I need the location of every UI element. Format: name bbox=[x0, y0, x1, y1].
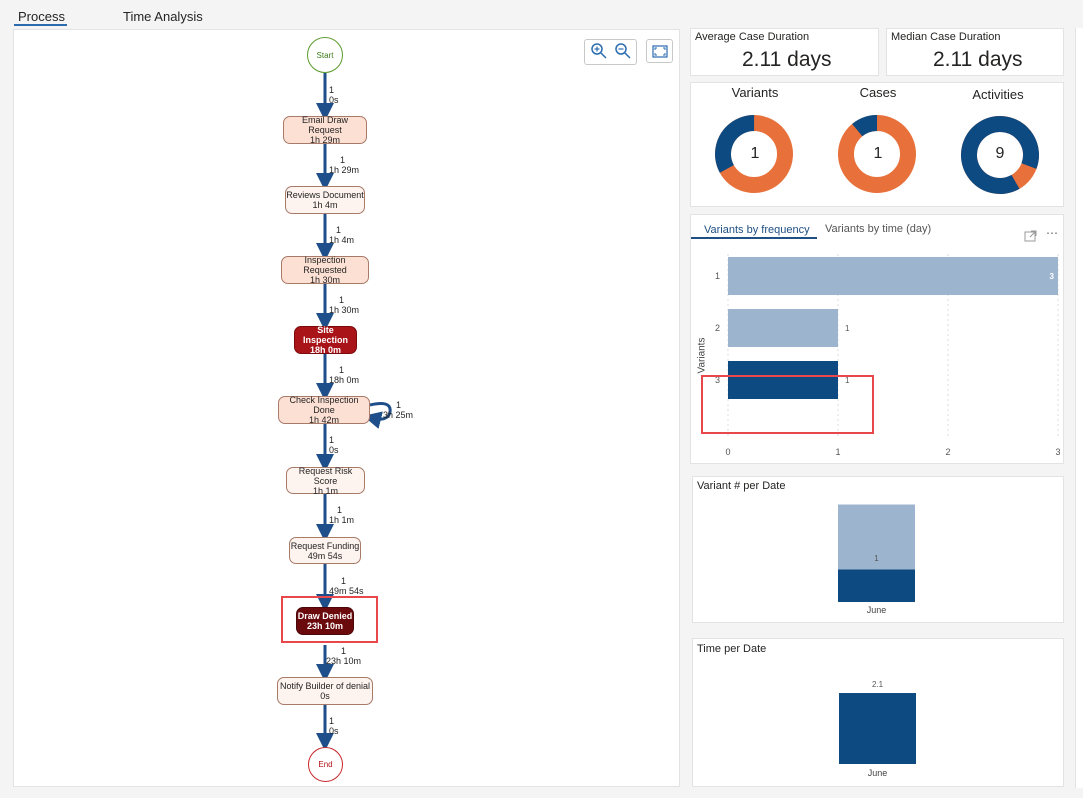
activity-name: Site Inspection bbox=[302, 325, 348, 345]
kpi-median-title: Median Case Duration bbox=[891, 31, 1001, 43]
activity-time: 1h 29m bbox=[309, 135, 341, 145]
bar-data-label: 1 bbox=[845, 324, 850, 333]
edge-label: 1 23h 10m bbox=[326, 646, 362, 666]
activity-time: 18h 0m bbox=[309, 345, 342, 355]
kpi-average-title: Average Case Duration bbox=[695, 31, 810, 43]
activity-node[interactable]: Reviews Document 1h 4m bbox=[285, 186, 365, 214]
category-label: June bbox=[868, 768, 888, 778]
time-bar bbox=[839, 693, 916, 764]
activity-name: Request Risk Score bbox=[298, 465, 353, 486]
x-tick-label: 0 bbox=[725, 447, 730, 457]
category-label: June bbox=[867, 605, 887, 615]
loop-label: 1 3h 25m bbox=[383, 400, 414, 420]
bar-data-label: 2.1 bbox=[872, 680, 884, 689]
edge-label: 1 0s bbox=[329, 435, 339, 455]
edge-label: 1 1h 29m bbox=[329, 155, 360, 175]
activity-time: 1h 42m bbox=[308, 415, 340, 425]
edge-label: 1 1h 4m bbox=[329, 225, 355, 245]
donut-value-variants: 1 bbox=[750, 145, 760, 162]
kpi-median-value: 2.11 days bbox=[933, 48, 1023, 71]
x-tick-label: 2 bbox=[945, 447, 950, 457]
time-per-date-chart: 2.1 June bbox=[839, 680, 916, 778]
edge-label: 1 49m 54s bbox=[329, 576, 364, 596]
donut-value-activities: 9 bbox=[995, 145, 1005, 162]
activity-node[interactable]: Inspection Requested 1h 30m bbox=[281, 255, 369, 285]
activity-node[interactable]: Request Risk Score 1h 1m bbox=[286, 465, 365, 496]
activity-time: 1h 1m bbox=[312, 485, 338, 496]
activity-node[interactable]: Email Draw Request 1h 29m bbox=[283, 115, 367, 145]
edge-label: 1 1h 30m bbox=[329, 295, 360, 315]
bar-data-label: 3 bbox=[1050, 272, 1055, 281]
activity-name: Inspection Requested bbox=[303, 255, 347, 275]
edge-label: 1 18h 0m bbox=[329, 365, 360, 385]
y-tick-label: 2 bbox=[715, 323, 720, 333]
activity-node[interactable]: Notify Builder of denial 0s bbox=[277, 677, 373, 705]
activity-name: Request Funding bbox=[290, 540, 360, 551]
stacked-bar-segment bbox=[838, 569, 915, 602]
variant-bar bbox=[728, 309, 838, 347]
edge-label: 1 0s bbox=[329, 85, 339, 105]
selected-variant-highlight bbox=[701, 375, 874, 434]
x-tick-label: 1 bbox=[835, 447, 840, 457]
activity-node[interactable]: Check Inspection Done 1h 42m bbox=[278, 395, 370, 425]
y-tick-label: 1 bbox=[715, 271, 720, 281]
bar-data-label: 1 bbox=[874, 554, 879, 563]
start-node[interactable]: Start bbox=[307, 37, 343, 73]
end-node[interactable]: End bbox=[308, 747, 343, 782]
activity-name: Email Draw Request bbox=[301, 115, 348, 135]
activity-time: 1h 30m bbox=[309, 275, 341, 285]
variant-bar bbox=[728, 257, 1058, 295]
activity-name: Check Inspection Done bbox=[289, 395, 359, 415]
activity-time: 1h 4m bbox=[312, 200, 338, 210]
edge-label: 1 0s bbox=[329, 716, 339, 736]
donut-value-cases: 1 bbox=[873, 145, 883, 162]
activity-node[interactable]: Site Inspection 18h 0m bbox=[294, 325, 357, 355]
x-tick-label: 3 bbox=[1055, 447, 1060, 457]
activity-name: Notify Builder of denial bbox=[279, 681, 371, 691]
activity-node[interactable]: Request Funding 49m 54s bbox=[289, 537, 361, 564]
variant-per-date-chart: 1 June bbox=[838, 504, 915, 615]
highlight-box bbox=[281, 596, 378, 643]
activity-time: 49m 54s bbox=[307, 550, 343, 561]
right-edge-panel bbox=[1075, 28, 1083, 788]
kpi-average-value: 2.11 days bbox=[742, 48, 832, 71]
edge-label: 1 1h 1m bbox=[329, 505, 355, 525]
activity-time: 0s bbox=[320, 691, 330, 701]
activity-name: Reviews Document bbox=[286, 190, 364, 200]
